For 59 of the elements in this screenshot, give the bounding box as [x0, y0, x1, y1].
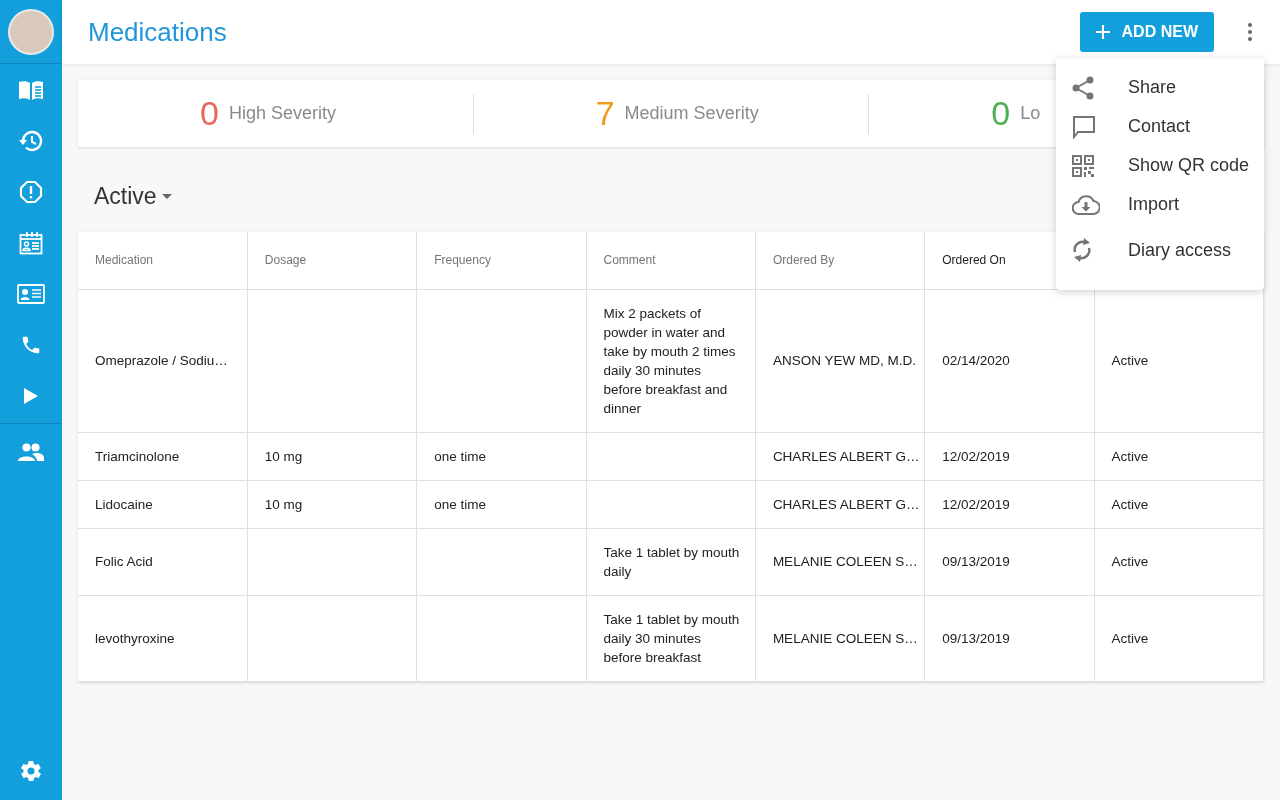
table-cell: Active — [1094, 595, 1264, 681]
severity-count: 7 — [595, 94, 615, 133]
table-cell: Lidocaine — [78, 480, 248, 528]
page-title: Medications — [88, 16, 227, 48]
avatar[interactable] — [8, 8, 54, 55]
column-header[interactable]: Frequency — [416, 232, 587, 289]
table-cell: Take 1 tablet by mouth daily — [586, 528, 756, 595]
column-header[interactable]: Comment — [586, 232, 756, 289]
calendar-icon — [19, 230, 43, 255]
table-cell: Active — [1094, 480, 1264, 528]
id-card-icon — [17, 283, 45, 304]
sync-icon — [1072, 237, 1092, 263]
severity-count: 0 — [991, 94, 1011, 133]
alert-icon — [19, 179, 43, 204]
table-cell: Active — [1094, 432, 1264, 480]
table-cell: Take 1 tablet by mouth daily 30 minutes before breakfast — [586, 595, 756, 681]
table-cell: Folic Acid — [78, 528, 248, 595]
history-icon — [19, 129, 43, 152]
table-cell: 12/02/2019 — [924, 480, 1095, 528]
menu-item[interactable]: Import — [1056, 185, 1264, 224]
column-header[interactable]: Ordered By — [755, 232, 925, 289]
table-cell: CHARLES ALBERT G… — [755, 432, 925, 480]
cloud-download-icon — [1072, 194, 1100, 215]
table-cell: ANSON YEW MD, M.D. — [755, 289, 925, 432]
table-cell: MELANIE COLEEN S… — [755, 595, 925, 681]
table-cell: MELANIE COLEEN S… — [755, 528, 925, 595]
table-cell: 10 mg — [247, 432, 417, 480]
plus-icon — [1095, 24, 1110, 39]
table-cell: Triamcinolone — [78, 432, 248, 480]
status-filter-dropdown[interactable]: Active — [94, 183, 172, 210]
severity-count: 0 — [200, 94, 219, 133]
more-icon — [1248, 23, 1252, 41]
menu-item[interactable]: Share — [1056, 68, 1264, 107]
people-icon — [18, 442, 44, 461]
table-cell: 12/02/2019 — [924, 432, 1095, 480]
table-cell: Active — [1094, 528, 1264, 595]
table-cell: Mix 2 packets of powder in water and take by mouth 2 times daily 30 minutes before breakfast and dinner — [586, 289, 756, 432]
menu-item[interactable]: Contact — [1056, 107, 1264, 146]
severity-label: High Severity — [228, 103, 336, 124]
table-cell: 10 mg — [247, 480, 417, 528]
severity-label: Lo — [1020, 103, 1041, 124]
play-icon — [24, 387, 38, 404]
table-cell: 09/13/2019 — [924, 528, 1095, 595]
severity-label: Medium Severity — [624, 103, 759, 124]
table-cell: 09/13/2019 — [924, 595, 1095, 681]
table-cell: CHARLES ALBERT G… — [755, 480, 925, 528]
share-icon — [1072, 75, 1094, 100]
chat-bubble-icon — [1072, 114, 1096, 139]
table-cell: one time — [416, 432, 587, 480]
book-icon — [18, 79, 44, 100]
column-header[interactable]: Medication — [78, 232, 248, 289]
settings-icon — [19, 758, 43, 783]
menu-item[interactable]: Show QR code — [1056, 146, 1264, 185]
qr-code-icon — [1072, 154, 1094, 177]
caret-icon — [161, 194, 172, 199]
column-header[interactable]: Dosage — [247, 232, 417, 289]
table-cell: levothyroxine — [78, 595, 248, 681]
table-cell: one time — [416, 480, 587, 528]
table-cell: Omeprazole / Sodiu… — [78, 289, 248, 432]
